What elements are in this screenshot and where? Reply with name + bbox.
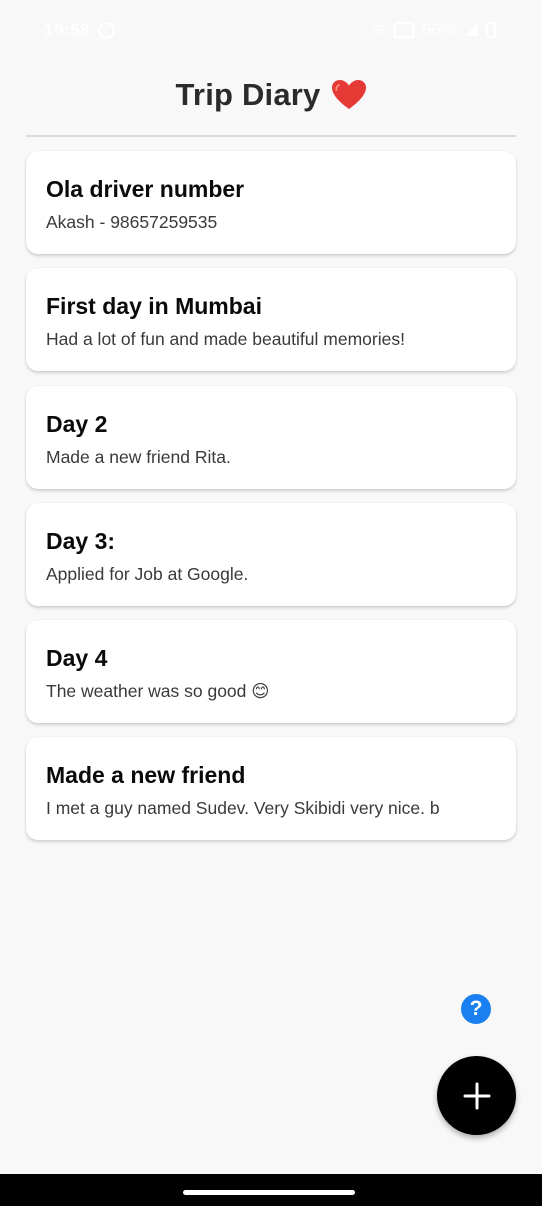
- system-nav-bar: [0, 1174, 542, 1206]
- whatsapp-icon: [97, 21, 115, 39]
- heart-icon: [331, 80, 366, 109]
- vowifi-icon: [393, 22, 414, 38]
- app-title: Trip Diary: [175, 77, 321, 112]
- note-title: Day 2: [46, 410, 108, 437]
- header-divider: [26, 135, 516, 137]
- note-title: Ola driver number: [46, 176, 245, 202]
- note-preview: Akash - 98657259535: [46, 212, 218, 232]
- note-card[interactable]: Day 3: Applied for Job at Google.: [26, 502, 516, 606]
- status-left: 10:58: [44, 20, 115, 40]
- notes-list: Ola driver number Akash - 98657259535 Fi…: [26, 151, 516, 855]
- note-preview: The weather was so good 😊: [46, 681, 270, 702]
- note-title: Day 3:: [46, 527, 116, 554]
- status-right: 56%: [372, 20, 496, 40]
- note-card[interactable]: First day in Mumbai Had a lot of fun and…: [26, 268, 516, 372]
- note-card[interactable]: Made a new friend I met a guy named Sude…: [26, 737, 516, 841]
- add-note-button[interactable]: [437, 1056, 516, 1135]
- note-preview: I met a guy named Sudev. Very Skibidi ve…: [46, 798, 440, 819]
- signal-icon: [464, 24, 478, 36]
- status-time: 10:58: [44, 20, 90, 39]
- note-preview: Applied for Job at Google.: [46, 563, 249, 584]
- plus-icon: [463, 1082, 490, 1109]
- app-screen: 10:58 56% Trip Diary Ola driver number A…: [0, 0, 542, 1206]
- battery-icon: [486, 22, 496, 38]
- wifi-calling-icon: [372, 24, 386, 35]
- note-title: First day in Mumbai: [46, 293, 262, 320]
- note-card[interactable]: Day 2 Made a new friend Rita.: [26, 385, 516, 489]
- note-title: Made a new friend: [46, 762, 246, 789]
- app-header: Trip Diary: [0, 70, 542, 120]
- help-icon: ?: [469, 997, 483, 1020]
- note-title: Day 4: [46, 645, 108, 672]
- battery-percent: 56%: [421, 20, 456, 39]
- note-card[interactable]: Ola driver number Akash - 98657259535: [26, 151, 516, 254]
- help-button[interactable]: ?: [461, 994, 491, 1024]
- note-preview: Made a new friend Rita.: [46, 446, 231, 467]
- status-bar: 10:58 56%: [0, 0, 542, 60]
- note-card[interactable]: Day 4 The weather was so good 😊: [26, 620, 516, 724]
- home-gesture-handle[interactable]: [183, 1190, 355, 1195]
- note-preview: Had a lot of fun and made beautiful memo…: [46, 329, 405, 350]
